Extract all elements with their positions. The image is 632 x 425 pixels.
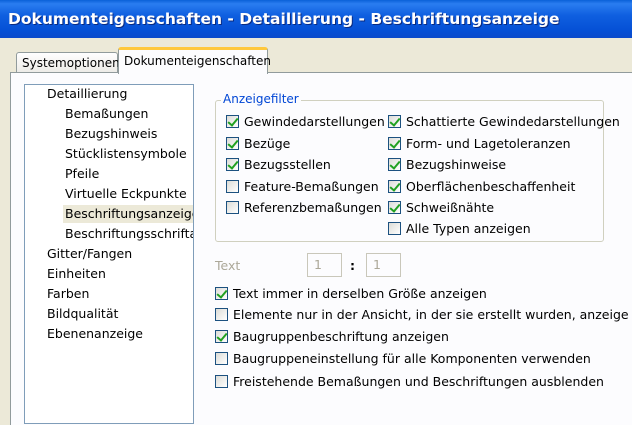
checkbox-label: Elemente nur in der Ansicht, in der sie …	[233, 307, 629, 322]
tree-item-virtuelle-eckpunkte[interactable]: Virtuelle Eckpunkte	[63, 185, 189, 203]
checkbox-label: Baugruppenbeschriftung anzeigen	[233, 329, 449, 344]
text-scale-separator: :	[350, 258, 355, 273]
tab-systemoptionen[interactable]: Systemoptionen	[16, 52, 120, 73]
tree-item-bildqualitaet[interactable]: Bildqualität	[45, 305, 120, 323]
checkbox-label: Oberflächenbeschaffenheit	[406, 179, 576, 194]
checkbox[interactable]	[388, 137, 401, 150]
checkbox-label: Text immer in derselben Größe anzeigen	[233, 286, 487, 301]
checkbox[interactable]	[388, 201, 401, 214]
tree-item-ebenenanzeige[interactable]: Ebenenanzeige	[45, 325, 145, 343]
tree-item-bezugshinweis[interactable]: Bezugshinweis	[63, 125, 159, 143]
tree-item-bemassungen[interactable]: Bemaßungen	[63, 105, 150, 123]
tree-item-stuecklistensymbole[interactable]: Stücklistensymbole	[63, 145, 189, 163]
checkbox[interactable]	[215, 330, 228, 343]
checkbox-label: Bezugshinweise	[406, 157, 507, 172]
checkbox[interactable]	[226, 137, 239, 150]
checkbox-label: Form- und Lagetoleranzen	[406, 136, 571, 151]
anzeigefilter-legend: Anzeigefilter	[221, 92, 301, 106]
checkbox[interactable]	[388, 222, 401, 235]
checkbox-label: Schattierte Gewindedarstellungen	[406, 114, 620, 129]
text-scale-label: Text	[215, 258, 241, 273]
checkbox[interactable]	[215, 375, 228, 388]
text-scale-input-2[interactable]: 1	[366, 253, 401, 277]
window-title: Dokumenteigenschaften - Detaillierung - …	[8, 10, 560, 28]
checkbox[interactable]	[388, 180, 401, 193]
tab-label: Dokumenteigenschaften	[124, 54, 271, 68]
checkbox-label: Gewindedarstellungen	[244, 114, 385, 129]
checkbox[interactable]	[226, 158, 239, 171]
checkbox-label: Schweißnähte	[406, 200, 495, 215]
checkbox-label: Bezüge	[244, 136, 291, 151]
tree-item-detaillierung[interactable]: Detaillierung	[45, 85, 129, 103]
tree-item-gitter-fangen[interactable]: Gitter/Fangen	[45, 245, 134, 263]
checkbox-label: Feature-Bemaßungen	[244, 179, 379, 194]
checkbox-label: Referenzbemaßungen	[244, 200, 382, 215]
tree-item-einheiten[interactable]: Einheiten	[45, 265, 108, 283]
checkbox[interactable]	[215, 352, 228, 365]
category-tree[interactable]: Detaillierung Bemaßungen Bezugshinweis S…	[24, 84, 194, 424]
checkbox-label: Baugruppeneinstellung für alle Komponent…	[233, 351, 591, 366]
tree-item-farben[interactable]: Farben	[45, 285, 91, 303]
checkbox[interactable]	[226, 201, 239, 214]
checkbox[interactable]	[215, 287, 228, 300]
checkbox-label: Alle Typen anzeigen	[406, 221, 531, 236]
tree-item-pfeile[interactable]: Pfeile	[63, 165, 101, 183]
checkbox-label: Freistehende Bemaßungen und Beschriftung…	[233, 374, 604, 389]
checkbox[interactable]	[226, 115, 239, 128]
checkbox-label: Bezugsstellen	[244, 157, 331, 172]
checkbox[interactable]	[215, 308, 228, 321]
checkbox[interactable]	[226, 180, 239, 193]
tree-item-beschriftungsschriftart[interactable]: Beschriftungsschriftart	[63, 225, 193, 243]
checkbox[interactable]	[388, 158, 401, 171]
text-scale-input-1[interactable]: 1	[307, 253, 342, 277]
checkbox[interactable]	[388, 115, 401, 128]
tab-dokumenteigenschaften[interactable]: Dokumenteigenschaften	[118, 47, 271, 74]
tree-item-beschriftungsanzeige[interactable]: Beschriftungsanzeige	[63, 205, 193, 223]
window-title-bar: Dokumenteigenschaften - Detaillierung - …	[0, 0, 632, 38]
tab-label: Systemoptionen	[22, 56, 120, 70]
